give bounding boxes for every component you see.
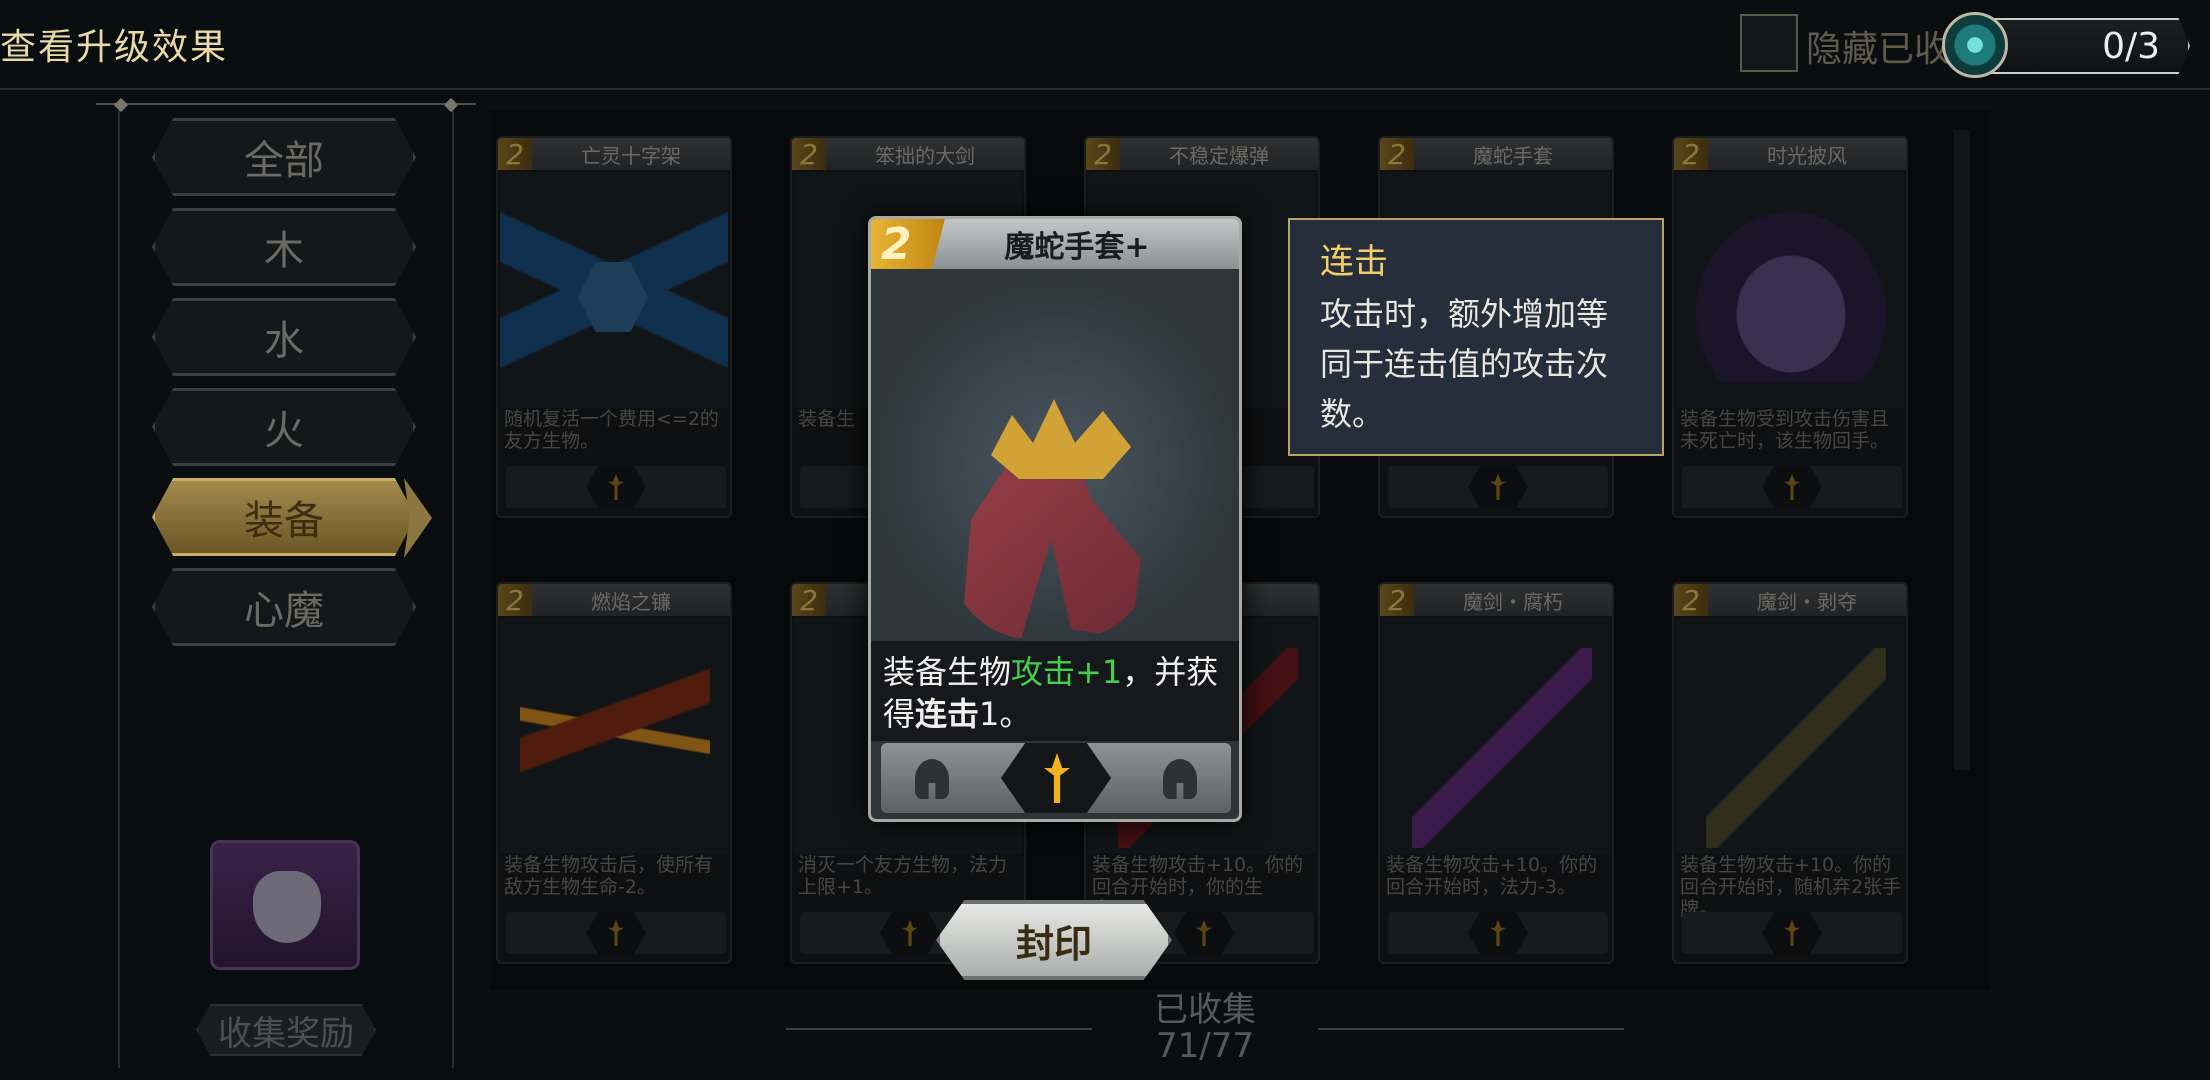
- card-name: 魔蛇手套: [1473, 143, 1553, 168]
- card-type-bar: [1388, 912, 1608, 954]
- card-name: 魔剑・剥夺: [1757, 589, 1857, 614]
- card-type-bar: [1682, 466, 1902, 508]
- category-equipment[interactable]: 装备: [152, 478, 416, 556]
- collect-reward-button[interactable]: 收集奖励: [196, 1004, 376, 1056]
- card-time-cloak[interactable]: 2 时光披风 装备生物受到攻击伤害且未死亡时，该生物回手。: [1672, 136, 1908, 518]
- skull-icon: [253, 871, 321, 943]
- popup-card-header: 2 魔蛇手套+: [871, 219, 1239, 269]
- upgraded-card-popup: 2 魔蛇手套+ 装备生物攻击+1，并获得连击1。: [868, 216, 1242, 822]
- page-title: 查看升级效果: [0, 27, 229, 68]
- sidebar-rule: [96, 97, 476, 113]
- tooltip-title: 连击: [1320, 242, 1388, 282]
- collection-divider-left: [786, 1028, 1092, 1030]
- card-art: [500, 618, 728, 854]
- category-fire[interactable]: 火: [152, 388, 416, 466]
- hide-collected-checkbox[interactable]: [1740, 14, 1798, 72]
- card-description: 装备生物攻击后，使所有敌方生物生命-2。: [504, 854, 714, 898]
- popup-card-cost: 2: [871, 219, 945, 269]
- card-cost: 2: [1674, 138, 1708, 171]
- card-cost: 2: [792, 138, 826, 171]
- card-cost: 2: [498, 584, 532, 617]
- category-all[interactable]: 全部: [152, 118, 416, 196]
- card-name: 亡灵十字架: [581, 143, 681, 168]
- desc-text-a: 装备生物: [883, 653, 1012, 691]
- card-art: [500, 172, 728, 408]
- card-type-bar: [506, 466, 726, 508]
- card-art: [1382, 618, 1610, 854]
- popup-card-description: 装备生物攻击+1，并获得连击1。: [871, 641, 1239, 741]
- collection-divider-right: [1318, 1028, 1624, 1030]
- card-name: 时光披风: [1767, 143, 1847, 168]
- popup-card-art: [871, 269, 1239, 659]
- card-cost: 2: [792, 584, 826, 617]
- card-description: 消灭一个友方生物，法力上限+1。: [798, 854, 1008, 898]
- reward-chest-icon[interactable]: [210, 840, 360, 970]
- desc-text-c: 1。: [979, 695, 1032, 733]
- card-type-bar: [1388, 466, 1608, 508]
- card-cost: 2: [1380, 138, 1414, 171]
- category-water[interactable]: 水: [152, 298, 416, 376]
- desc-combo-keyword[interactable]: 连击: [915, 695, 979, 733]
- card-type-bar: [1682, 912, 1902, 954]
- upgrade-counter-text: 0/3: [2102, 26, 2160, 67]
- card-description: 装备生物攻击+10。你的回合开始时，法力-3。: [1386, 854, 1598, 898]
- card-description: 随机复活一个费用<=2的友方生物。: [504, 408, 719, 452]
- popup-card-name: 魔蛇手套+: [1004, 230, 1150, 265]
- card-art: [1676, 172, 1904, 408]
- card-cost: 2: [498, 138, 532, 171]
- card-name: 魔剑・腐朽: [1463, 589, 1563, 614]
- card-name: 燃焰之镰: [591, 589, 671, 614]
- helmet-icon: [915, 759, 949, 799]
- card-art: [1676, 618, 1904, 854]
- keyword-tooltip: 连击 攻击时，额外增加等同于连击值的攻击次数。: [1288, 218, 1664, 456]
- hide-collected-label: 隐藏已收: [1806, 29, 1951, 70]
- collection-count: 71/77: [1156, 1026, 1254, 1066]
- card-undead-cross[interactable]: 2 亡灵十字架 随机复活一个费用<=2的友方生物。: [496, 136, 732, 518]
- rune-emblem-icon: [1942, 12, 2008, 78]
- card-description: 装备生物攻击+10。你的回合开始时，随机弃2张手牌。: [1680, 854, 1902, 920]
- popup-card-type-bar: [881, 743, 1231, 813]
- card-name: 不稳定爆弹: [1169, 143, 1269, 168]
- collection-status: 已收集 71/77: [1150, 992, 1260, 1064]
- category-wood[interactable]: 木: [152, 208, 416, 286]
- seal-button[interactable]: 封印: [936, 900, 1172, 980]
- tooltip-body: 攻击时，额外增加等同于连击值的攻击次数。: [1320, 295, 1609, 433]
- category-heart-demon[interactable]: 心魔: [152, 568, 416, 646]
- card-cost: 2: [1086, 138, 1120, 171]
- card-flame-scythe[interactable]: 2 燃焰之镰 装备生物攻击后，使所有敌方生物生命-2。: [496, 582, 732, 964]
- gauntlet-icon: [951, 399, 1171, 649]
- card-type-bar: [506, 912, 726, 954]
- card-name: 笨拙的大剑: [875, 143, 975, 168]
- card-grid-scrollbar[interactable]: [1954, 130, 1970, 770]
- card-cost: 2: [1380, 584, 1414, 617]
- card-cost: 2: [1674, 584, 1708, 617]
- card-description: 装备生物受到攻击伤害且未死亡时，该生物回手。: [1680, 408, 1890, 452]
- collection-label: 已收集: [1154, 990, 1256, 1030]
- header-divider: [0, 88, 2210, 90]
- card-demon-sword-decay[interactable]: 2 魔剑・腐朽 装备生物攻击+10。你的回合开始时，法力-3。: [1378, 582, 1614, 964]
- card-demon-sword-deprive[interactable]: 2 魔剑・剥夺 装备生物攻击+10。你的回合开始时，随机弃2张手牌。: [1672, 582, 1908, 964]
- helmet-icon: [1163, 759, 1197, 799]
- desc-attack-bonus: 攻击+1: [1011, 653, 1123, 691]
